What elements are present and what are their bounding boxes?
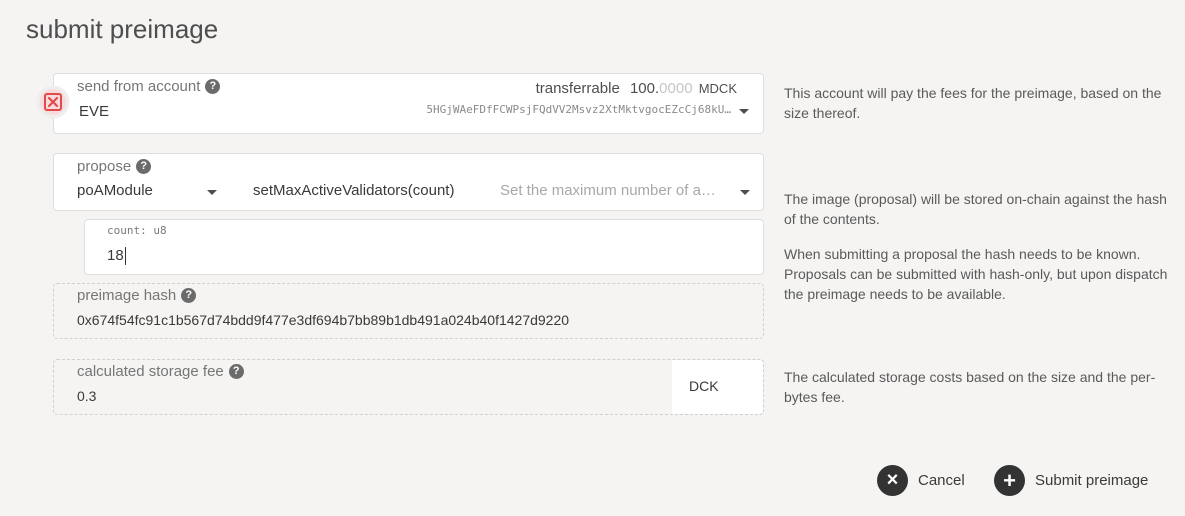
param-description: When submitting a proposal the hash need… [784,246,1168,302]
account-label-row: send from account ? [77,78,221,95]
account-address: 5HGjWAeFDfFCWPsjFQdVV2Msvz2XtMktvgocEZcC… [426,103,731,116]
hash-label: preimage hash [77,287,177,304]
method-value: setMaxActiveValidators(count) [253,182,455,199]
count-value-field[interactable]: 18 [107,247,126,265]
hash-value: 0x674f54fc91c1b567d74bdd9f477e3df694b7bb… [77,312,570,328]
storage-fee-field: calculated storage fee ? 0.3 DCK [53,359,764,415]
balance-decimals: 0000 [659,80,693,97]
close-icon: × [877,465,908,496]
hash-label-row: preimage hash ? [77,287,197,304]
module-value: poAModule [77,182,153,199]
transferrable-label: transferrable [535,80,620,97]
account-description: This account will pay the fees for the p… [784,85,1162,121]
balance-integer: 100. [629,80,660,97]
page-title: submit preimage [26,14,219,44]
fee-unit-box: DCK [672,360,763,414]
fee-label-row: calculated storage fee ? [77,363,244,380]
chevron-down-icon[interactable] [740,190,750,195]
account-selector[interactable]: send from account ? EVE transferrable 10… [53,73,764,134]
cancel-label: Cancel [918,472,965,489]
account-label: send from account [77,78,201,95]
help-icon[interactable]: ? [136,159,152,174]
chevron-down-icon[interactable] [207,190,217,195]
propose-label-row: propose ? [77,158,152,175]
preimage-hash-field: preimage hash ? 0x674f54fc91c1b567d74bdd… [53,283,764,339]
account-name: EVE [79,103,110,120]
propose-label: propose [77,158,132,175]
plus-icon: + [994,465,1025,496]
cancel-button[interactable]: × Cancel [877,465,965,496]
count-param-label: count: u8 [107,224,167,237]
propose-selector: propose ? poAModule setMaxActiveValidato… [53,153,764,211]
help-icon[interactable]: ? [205,79,221,94]
fee-description: The calculated storage costs based on th… [784,369,1156,405]
chevron-down-icon[interactable] [739,109,749,114]
count-param-input[interactable]: count: u8 18 [84,219,764,275]
help-icon[interactable]: ? [228,364,244,379]
help-icon[interactable]: ? [181,288,197,303]
fee-unit: DCK [689,378,719,394]
submit-preimage-button[interactable]: + Submit preimage [994,465,1148,496]
module-dropdown[interactable]: poAModule [54,180,229,208]
propose-description: The image (proposal) will be stored on-c… [784,191,1167,227]
fee-label: calculated storage fee [77,363,224,380]
method-dropdown[interactable]: setMaxActiveValidators(count) Set the ma… [244,180,759,208]
method-description: Set the maximum number of a… [500,182,716,199]
avatar [36,85,70,119]
fee-value: 0.3 [77,388,97,404]
count-value: 18 [107,247,124,264]
balance-display: transferrable 100.0000 MDCK [536,80,737,97]
submit-label: Submit preimage [1035,472,1149,489]
balance-unit: MDCK [698,81,737,96]
